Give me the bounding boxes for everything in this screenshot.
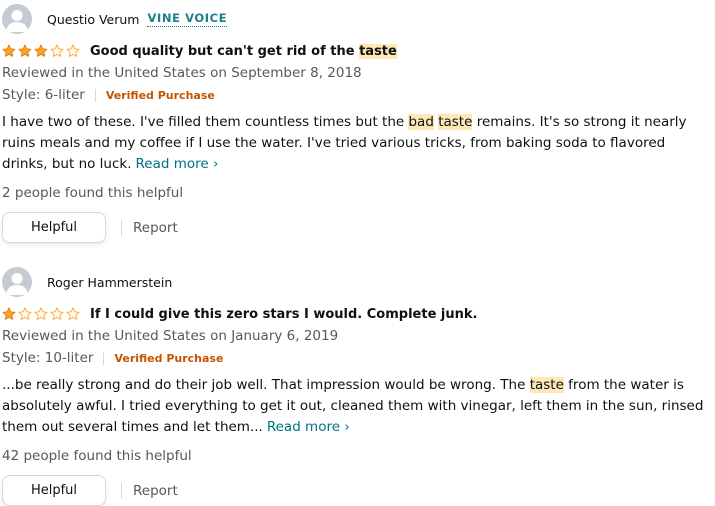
review-date: Reviewed in the United States on Septemb…	[2, 65, 362, 81]
product-style[interactable]: Style: 10-liter	[2, 350, 93, 366]
star-empty-icon	[50, 307, 64, 320]
review-card: Roger Hammerstein If I could give this z…	[2, 267, 710, 506]
star-filled-icon	[2, 307, 16, 320]
product-style[interactable]: Style: 6-liter	[2, 87, 85, 103]
divider	[121, 482, 122, 499]
star-empty-icon	[50, 44, 64, 57]
reviewer-name[interactable]: Roger Hammerstein	[47, 275, 172, 290]
divider	[121, 219, 122, 236]
avatar[interactable]	[2, 267, 32, 297]
search-term-highlight: taste	[529, 377, 564, 393]
review-body: I have two of these. I've filled them co…	[2, 114, 687, 172]
review-title[interactable]: If I could give this zero stars I would.…	[90, 307, 477, 322]
default-avatar-icon	[6, 10, 28, 32]
search-term-highlight: bad	[408, 114, 434, 130]
helpful-button[interactable]: Helpful	[2, 212, 106, 243]
star-empty-icon	[66, 307, 80, 320]
verified-purchase-badge: Verified Purchase	[105, 88, 215, 102]
helpful-button[interactable]: Helpful	[2, 475, 106, 506]
report-link[interactable]: Report	[133, 483, 178, 499]
divider	[94, 88, 96, 102]
search-term-highlight: taste	[359, 43, 397, 59]
review-title[interactable]: Good quality but can't get rid of the ta…	[90, 43, 397, 59]
divider	[103, 351, 105, 365]
star-empty-icon	[34, 307, 48, 320]
chevron-right-icon: ›	[340, 419, 350, 435]
vine-voice-badge[interactable]: VINE VOICE	[147, 11, 228, 27]
star-rating[interactable]	[2, 44, 82, 58]
read-more-link[interactable]: Read more ›	[136, 156, 219, 172]
star-rating[interactable]	[2, 307, 82, 321]
avatar[interactable]	[2, 4, 32, 34]
review-body: ...be really strong and do their job wel…	[2, 377, 704, 435]
star-empty-icon	[66, 44, 80, 57]
helpful-count: 2 people found this helpful	[2, 185, 184, 201]
read-more-link[interactable]: Read more ›	[267, 419, 350, 435]
star-filled-icon	[34, 44, 48, 57]
verified-purchase-badge: Verified Purchase	[114, 351, 224, 365]
review-card: Questio Verum VINE VOICE Good quality bu…	[2, 4, 710, 243]
search-term-highlight: taste	[438, 114, 473, 130]
star-empty-icon	[18, 307, 32, 320]
reviewer-profile[interactable]: Questio Verum VINE VOICE	[2, 4, 710, 34]
report-link[interactable]: Report	[133, 220, 178, 236]
chevron-right-icon: ›	[208, 156, 219, 172]
helpful-count: 42 people found this helpful	[2, 448, 192, 464]
star-filled-icon	[18, 44, 32, 57]
default-avatar-icon	[6, 273, 28, 295]
star-filled-icon	[2, 44, 16, 57]
reviewer-name[interactable]: Questio Verum	[47, 12, 139, 27]
review-date: Reviewed in the United States on January…	[2, 328, 339, 344]
reviewer-profile[interactable]: Roger Hammerstein	[2, 267, 710, 297]
